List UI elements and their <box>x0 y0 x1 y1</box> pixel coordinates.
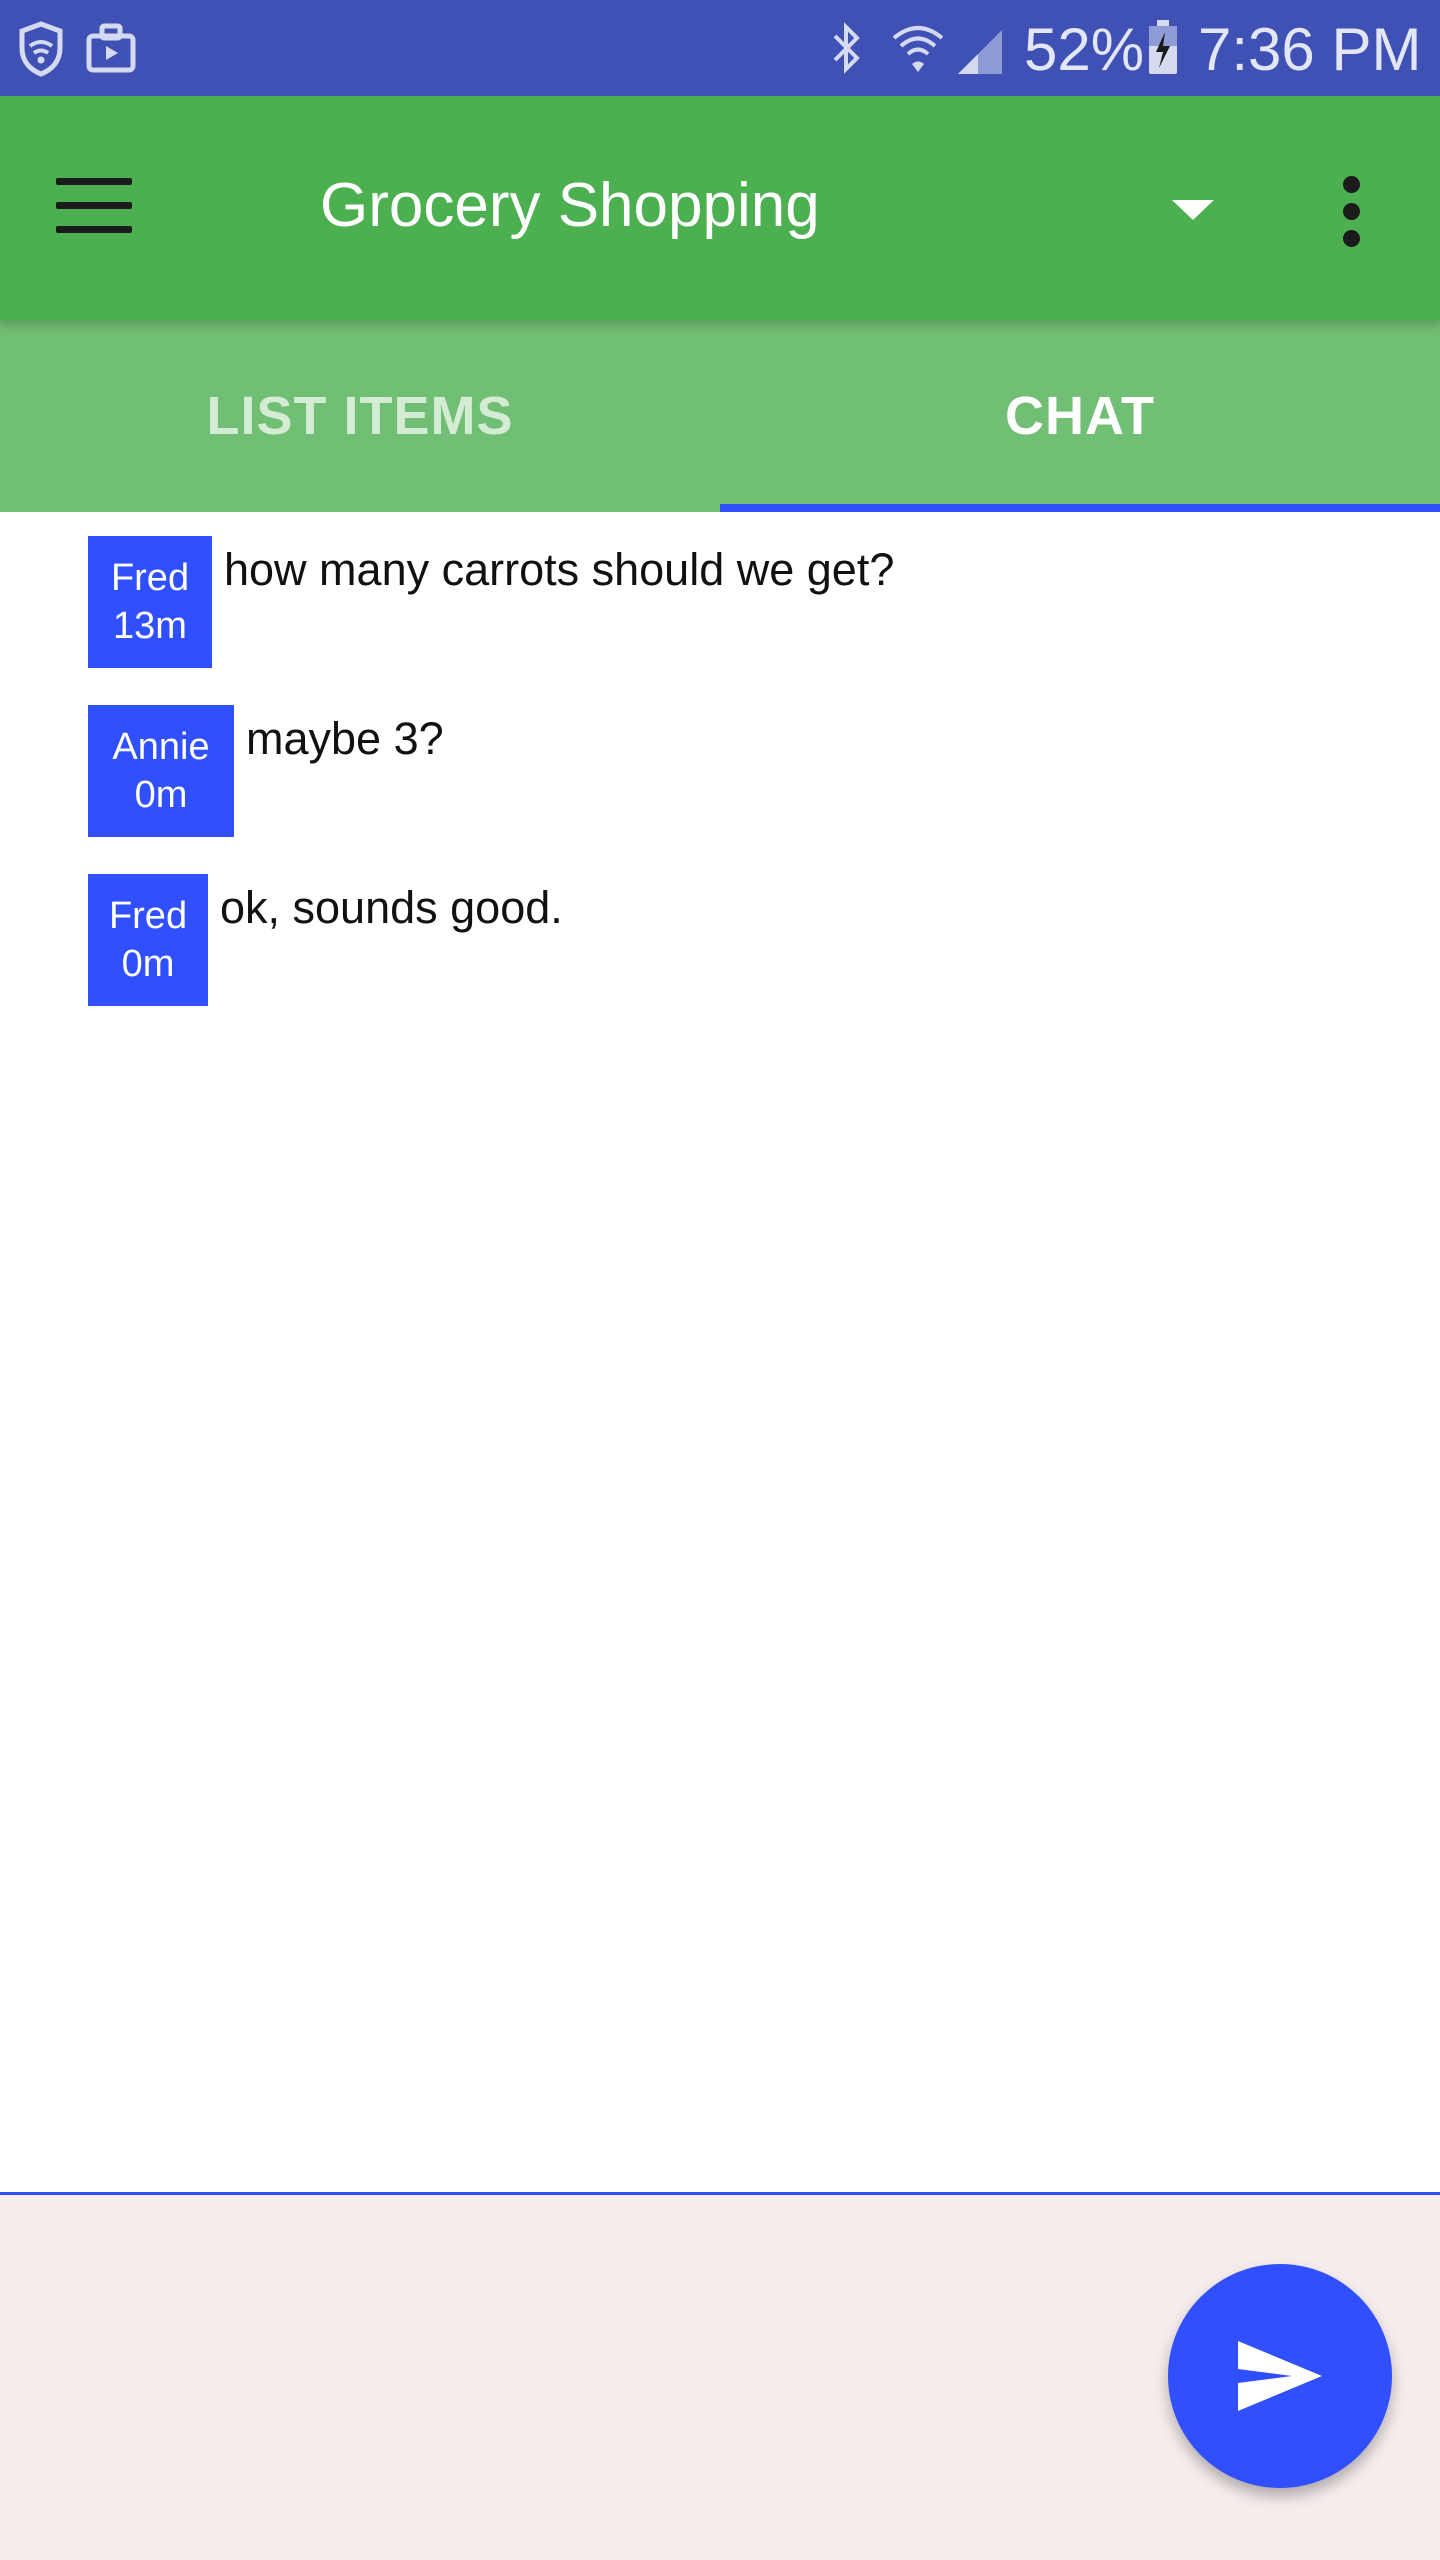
shield-wifi-icon <box>19 21 63 77</box>
message-age: 13m <box>113 605 187 647</box>
tab-chat[interactable]: CHAT <box>720 320 1440 512</box>
message-text: how many carrots should we get? <box>224 544 895 595</box>
battery-charging-icon <box>1149 20 1177 74</box>
message-age: 0m <box>121 943 175 985</box>
toolbar: Grocery Shopping <box>0 96 1440 320</box>
message-text: ok, sounds good. <box>220 882 563 933</box>
send-icon <box>1238 2341 1322 2411</box>
more-vert-icon[interactable] <box>1330 176 1374 248</box>
message-author: Fred <box>108 895 188 937</box>
message-author-badge: Fred 13m <box>88 536 212 668</box>
tab-list-items[interactable]: LIST ITEMS <box>0 320 720 512</box>
tab-selected-indicator <box>720 504 1440 512</box>
page-title: Grocery Shopping <box>320 171 820 240</box>
app-screen: 52% 7:36 PM Grocery Shopping LIST ITEMS … <box>0 0 1440 2560</box>
battery-percent: 52% <box>1024 16 1145 83</box>
clock: 7:36 PM <box>1198 16 1422 83</box>
hamburger-menu-icon[interactable] <box>56 178 132 234</box>
message-input[interactable] <box>40 2235 1140 2345</box>
message-text: maybe 3? <box>246 713 444 764</box>
signal-icon <box>958 30 1002 74</box>
message-age: 0m <box>134 774 188 816</box>
dropdown-arrow-icon[interactable] <box>1172 200 1214 220</box>
message-author: Annie <box>112 726 210 768</box>
message-author-badge: Fred 0m <box>88 874 208 1006</box>
chat-message-list[interactable]: Fred 13m how many carrots should we get?… <box>0 512 1440 2192</box>
tab-bar: LIST ITEMS CHAT <box>0 320 1440 512</box>
message-author: Fred <box>110 557 190 599</box>
briefcase-icon <box>86 23 136 73</box>
message-author-badge: Annie 0m <box>88 705 234 837</box>
wifi-icon <box>892 26 944 72</box>
bluetooth-icon <box>833 22 860 74</box>
status-bar: 52% 7:36 PM <box>0 0 1440 96</box>
send-button[interactable] <box>1168 2264 1392 2488</box>
